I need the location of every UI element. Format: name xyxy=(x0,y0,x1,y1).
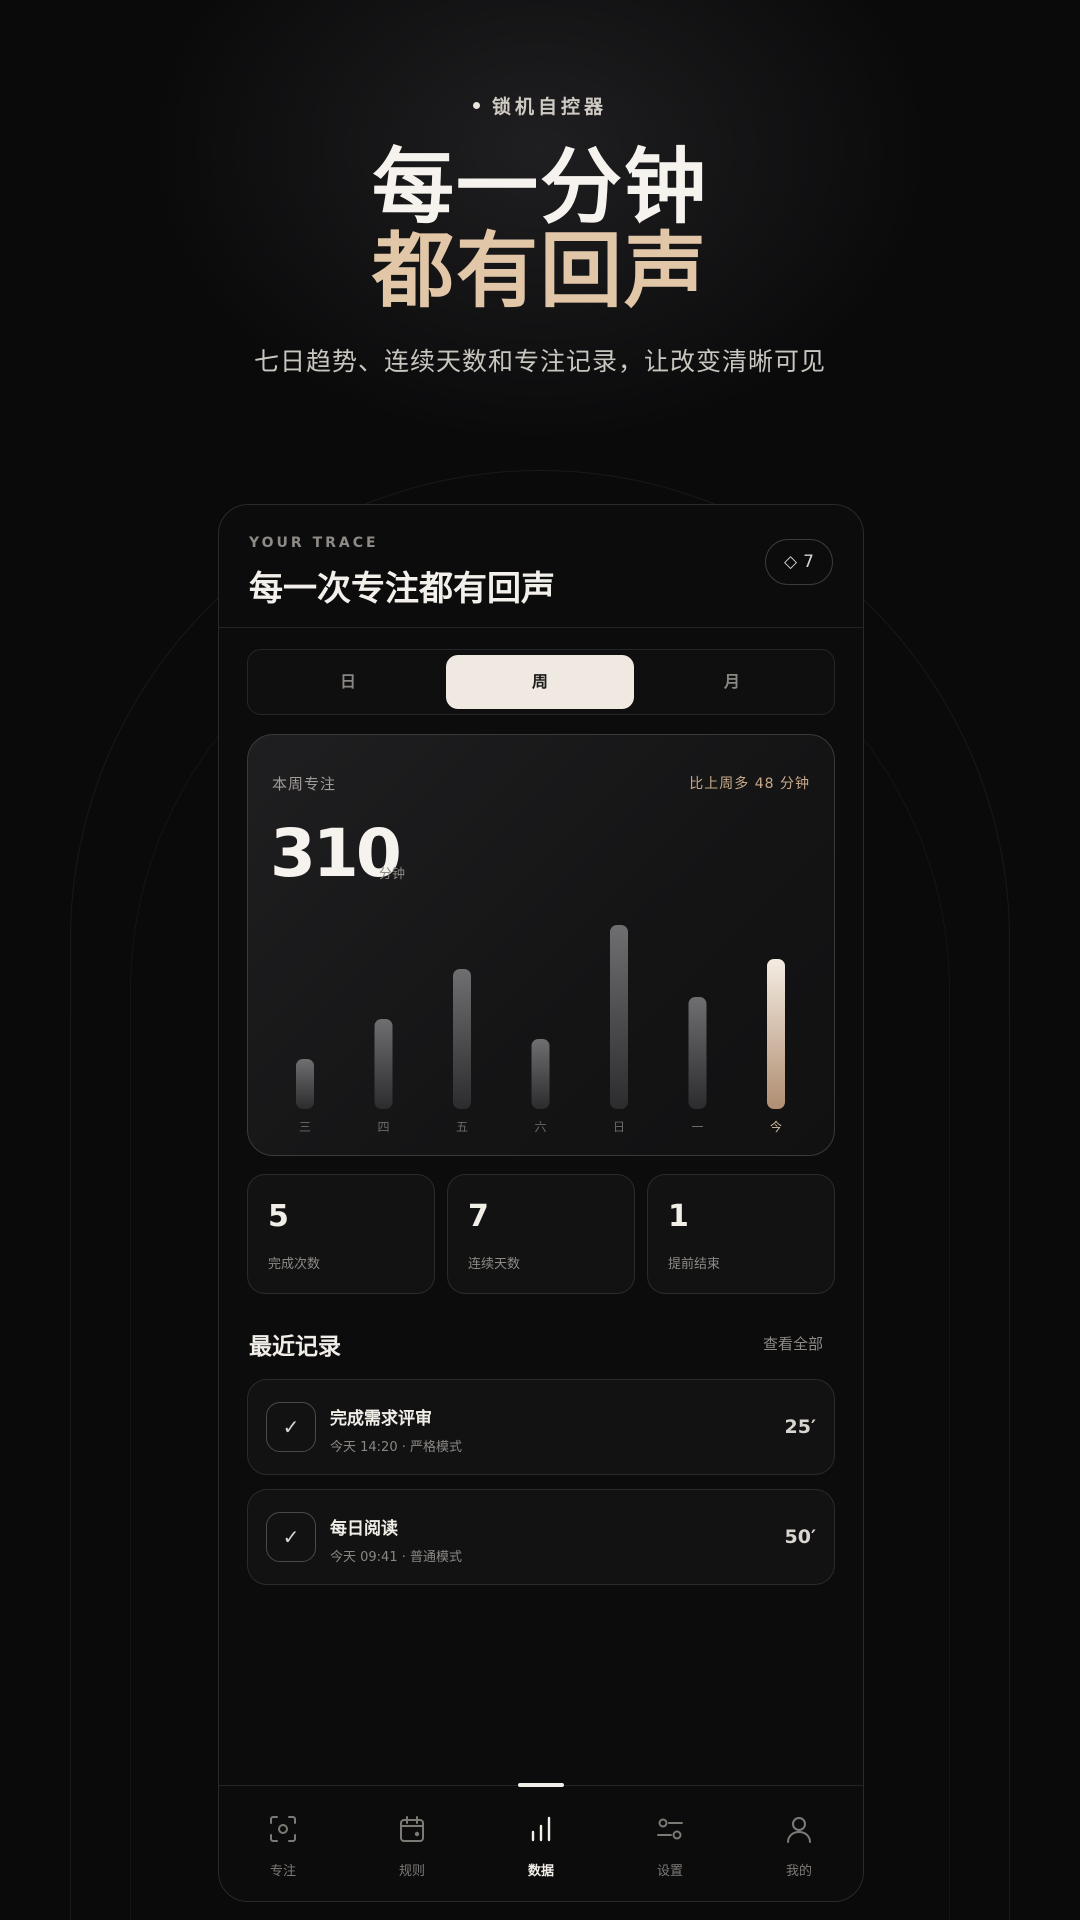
chart-bar xyxy=(296,1059,314,1109)
period-segmented-control: 日 周 月 xyxy=(247,649,835,715)
tab-focus[interactable]: 专注 xyxy=(219,1786,347,1901)
tab-rules[interactable]: 规则 xyxy=(348,1786,476,1901)
segment-month[interactable]: 月 xyxy=(638,655,826,709)
sliders-icon xyxy=(657,1818,683,1840)
segment-week[interactable]: 周 xyxy=(446,655,634,709)
tab-data[interactable]: 数据 xyxy=(477,1786,605,1901)
record-item[interactable]: ✓ 每日阅读 今天 09:41 · 普通模式 50′ xyxy=(247,1489,835,1585)
record-duration: 25′ xyxy=(784,1416,816,1438)
record-item[interactable]: ✓ 完成需求评审 今天 14:20 · 严格模式 25′ xyxy=(247,1379,835,1475)
screen-header: YOUR TRACE 每一次专注都有回声 ◇ 7 xyxy=(219,505,863,628)
chart-tick-label: 今 xyxy=(770,1119,782,1134)
stat-label: 连续天数 xyxy=(468,1257,521,1272)
recent-records-title: 最近记录 xyxy=(249,1334,341,1360)
chart-bar xyxy=(610,925,628,1109)
hero-tag: 锁机自控器 xyxy=(0,92,1080,119)
bottom-tab-bar: 专注 规则 数据 设置 我的 xyxy=(219,1783,863,1901)
record-subtitle: 今天 09:41 · 普通模式 xyxy=(330,1550,462,1565)
chart-bar xyxy=(453,969,471,1109)
stat-label: 完成次数 xyxy=(268,1257,321,1272)
stat-early-end: 1 提前结束 xyxy=(647,1174,835,1294)
view-all-link[interactable]: 查看全部 xyxy=(763,1333,823,1354)
diamond-icon: ◇ xyxy=(784,552,798,572)
chart-bar xyxy=(374,1019,393,1109)
stat-label: 提前结束 xyxy=(668,1257,721,1272)
stat-value: 1 xyxy=(668,1199,689,1234)
check-icon: ✓ xyxy=(266,1402,316,1452)
header-eyebrow: YOUR TRACE xyxy=(249,535,379,551)
chart-tick-label: 四 xyxy=(377,1120,389,1134)
weekly-focus-card: 本周专注 比上周多 48 分钟 310 分钟 三四五六日一今 xyxy=(247,734,835,1156)
record-duration: 50′ xyxy=(784,1526,816,1548)
hero-title-line1: 每一分钟 xyxy=(371,140,708,235)
tab-label: 规则 xyxy=(398,1864,425,1879)
focus-scan-icon xyxy=(270,1816,296,1842)
chart-bar xyxy=(688,997,707,1109)
check-icon: ✓ xyxy=(266,1512,316,1562)
tab-label: 我的 xyxy=(785,1864,812,1879)
user-icon xyxy=(787,1817,811,1843)
chart-tick-label: 日 xyxy=(613,1120,625,1134)
record-title: 完成需求评审 xyxy=(330,1409,432,1429)
record-title: 每日阅读 xyxy=(330,1519,398,1539)
stat-streak: 7 连续天数 xyxy=(447,1174,635,1294)
tab-label: 设置 xyxy=(656,1864,683,1879)
streak-badge-value: 7 xyxy=(803,552,814,572)
page-title: 每一次专注都有回声 xyxy=(249,569,555,609)
hero-tag-label: 锁机自控器 xyxy=(491,96,607,118)
weekly-bar-chart: 三四五六日一今 xyxy=(296,925,785,1134)
chart-tick-label: 六 xyxy=(534,1120,546,1134)
streak-badge[interactable]: ◇ 7 xyxy=(765,539,833,585)
tab-profile[interactable]: 我的 xyxy=(735,1786,863,1901)
calendar-icon xyxy=(400,1816,424,1842)
chart-bar xyxy=(531,1039,550,1109)
chart-tick-label: 一 xyxy=(691,1120,703,1134)
stat-value: 7 xyxy=(468,1199,489,1234)
segment-day[interactable]: 日 xyxy=(254,655,442,709)
dot-icon xyxy=(472,102,480,109)
stat-completed: 5 完成次数 xyxy=(247,1174,435,1294)
hero-title: 每一分钟 都有回声 xyxy=(0,146,1080,314)
tab-settings[interactable]: 设置 xyxy=(606,1786,734,1901)
bar-chart-icon xyxy=(531,1816,551,1842)
hero-subtitle: 七日趋势、连续天数和专注记录，让改变清晰可见 xyxy=(253,347,826,376)
phone-screen: YOUR TRACE 每一次专注都有回声 ◇ 7 日 周 月 本周专注 比上周多 … xyxy=(218,504,864,1902)
stat-value: 5 xyxy=(268,1199,289,1234)
tab-label: 数据 xyxy=(527,1864,554,1879)
hero-title-line2: 都有回声 xyxy=(371,224,708,319)
tab-label: 专注 xyxy=(269,1864,296,1879)
chart-tick-label: 三 xyxy=(299,1120,311,1134)
record-subtitle: 今天 14:20 · 严格模式 xyxy=(330,1440,462,1455)
chart-bar xyxy=(767,959,785,1109)
chart-tick-label: 五 xyxy=(456,1120,468,1134)
